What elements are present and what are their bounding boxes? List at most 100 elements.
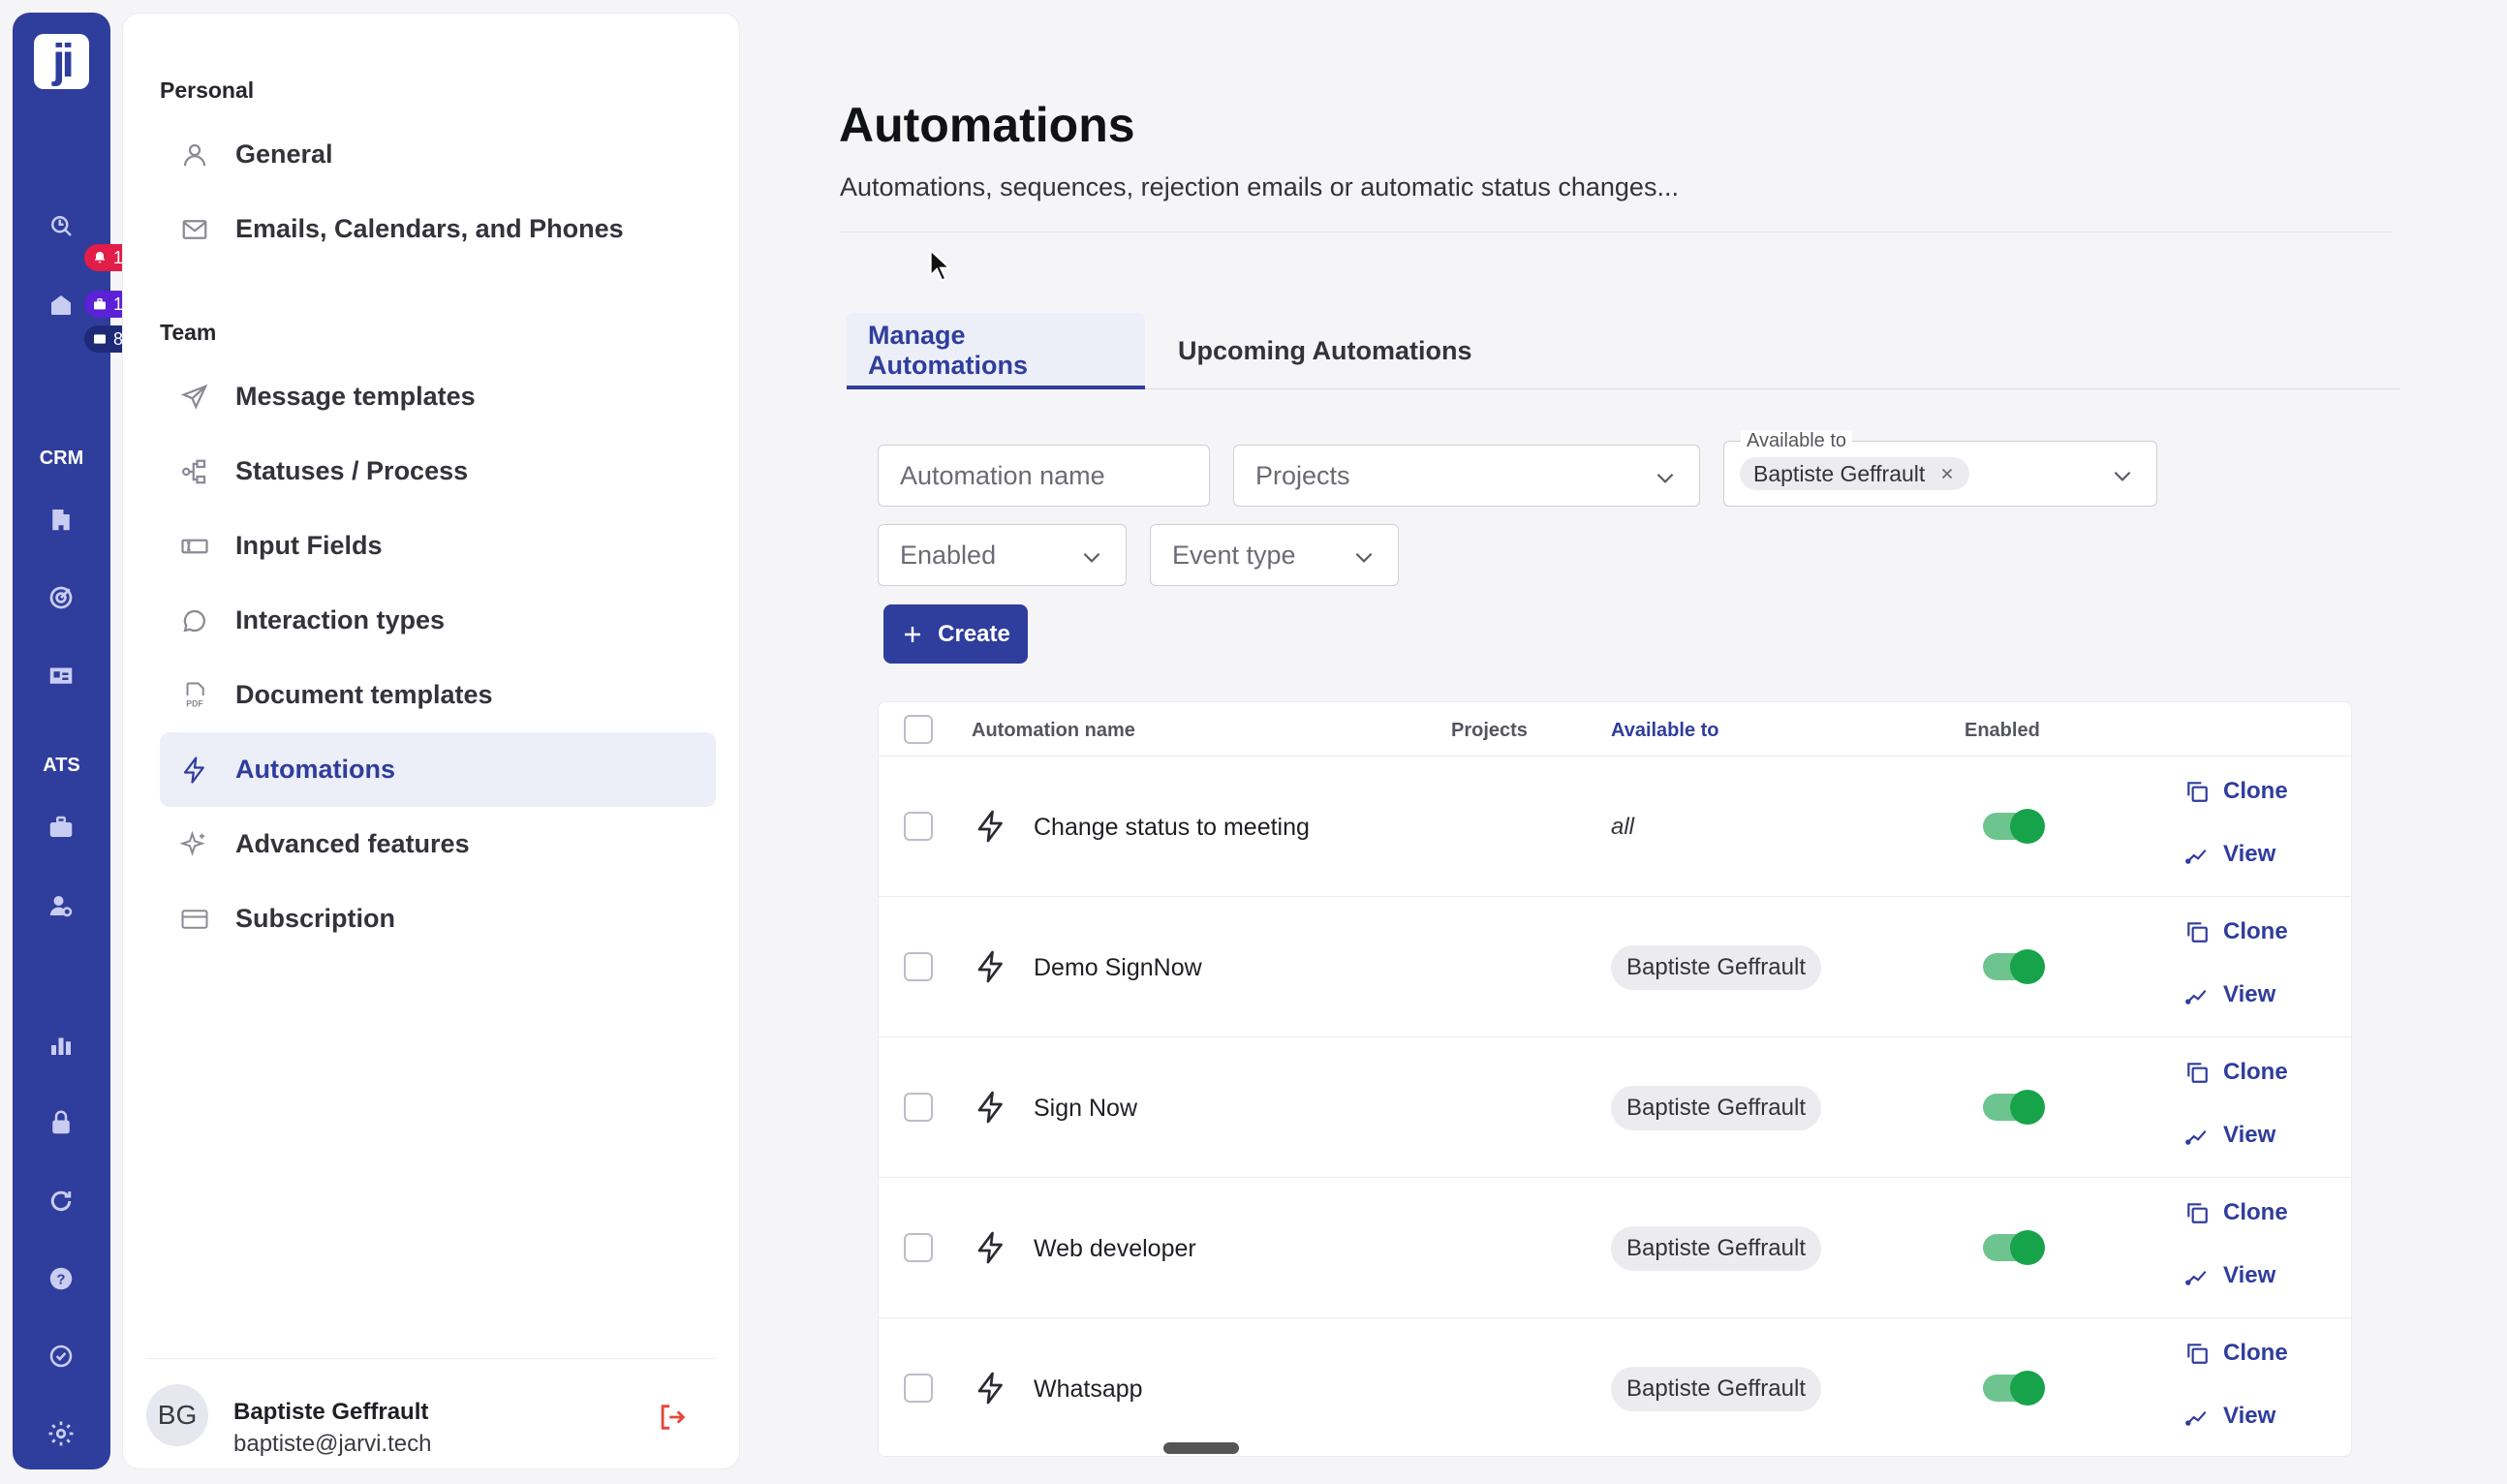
nav-item-message-templates[interactable]: Message templates xyxy=(160,359,716,434)
target-icon[interactable] xyxy=(42,578,80,617)
chevron-down-icon xyxy=(1656,473,1674,483)
row-checkbox[interactable] xyxy=(904,952,933,981)
event-type-placeholder: Event type xyxy=(1172,540,1296,570)
row-checkbox[interactable] xyxy=(904,1233,933,1262)
bolt-icon xyxy=(177,753,212,788)
column-header-available-to[interactable]: Available to xyxy=(1611,720,1719,742)
clone-button[interactable]: Clone xyxy=(2184,1340,2288,1367)
app-logo[interactable]: ji xyxy=(34,34,89,89)
view-button[interactable]: View xyxy=(2184,1122,2275,1149)
mail-icon xyxy=(177,212,212,247)
enabled-placeholder: Enabled xyxy=(900,540,997,570)
tab-manage-automations[interactable]: Manage Automations xyxy=(847,313,1145,388)
automation-name[interactable]: Demo SignNow xyxy=(1034,954,1202,982)
table-row[interactable]: Whatsapp Baptiste Geffrault Clone View xyxy=(879,1318,2351,1456)
automations-table: Automation name Projects Available to En… xyxy=(878,701,2352,1457)
table-row[interactable]: Sign Now Baptiste Geffrault Clone View xyxy=(879,1037,2351,1178)
clone-button[interactable]: Clone xyxy=(2184,778,2288,805)
clone-label: Clone xyxy=(2223,1199,2288,1225)
nav-item-label: Interaction types xyxy=(235,605,446,634)
refresh-icon[interactable] xyxy=(42,1182,80,1221)
tab-upcoming-automations[interactable]: Upcoming Automations xyxy=(1157,313,1494,388)
credit-card-icon xyxy=(177,902,212,937)
nav-item-label: General xyxy=(235,139,333,169)
table-row[interactable]: Change status to meeting all Clone View xyxy=(879,757,2351,897)
clone-button[interactable]: Clone xyxy=(2184,918,2288,945)
user-search-icon[interactable] xyxy=(42,886,80,925)
view-label: View xyxy=(2223,841,2276,867)
enabled-toggle[interactable] xyxy=(1983,1090,2045,1125)
nav-item-interaction-types[interactable]: Interaction types xyxy=(160,583,716,658)
clone-label: Clone xyxy=(2223,1059,2288,1085)
close-icon[interactable] xyxy=(1938,465,1956,482)
enabled-toggle[interactable] xyxy=(1983,949,2045,984)
projects-placeholder: Projects xyxy=(1255,460,1350,490)
search-refresh-icon[interactable] xyxy=(42,206,80,245)
view-button[interactable]: View xyxy=(2184,841,2275,868)
nav-item-automations[interactable]: Automations xyxy=(160,732,716,807)
bolt-icon xyxy=(977,1091,1003,1124)
automation-name[interactable]: Whatsapp xyxy=(1034,1376,1143,1404)
help-icon[interactable]: ? xyxy=(42,1259,80,1298)
avatar[interactable]: BG xyxy=(146,1384,208,1446)
contact-card-icon[interactable] xyxy=(42,656,80,695)
column-header-projects[interactable]: Projects xyxy=(1451,720,1528,742)
building-icon[interactable] xyxy=(42,500,80,539)
logout-icon[interactable] xyxy=(656,1401,689,1434)
automation-name-placeholder: Automation name xyxy=(900,460,1105,490)
enabled-toggle[interactable] xyxy=(1983,1230,2045,1265)
lock-icon[interactable] xyxy=(42,1103,80,1142)
nav-item-label: Subscription xyxy=(235,904,396,933)
horizontal-scrollbar[interactable] xyxy=(1163,1442,1239,1454)
select-all-checkbox[interactable] xyxy=(904,715,933,744)
event-type-select[interactable]: Event type xyxy=(1150,524,1399,586)
nav-item-general[interactable]: General xyxy=(160,117,716,192)
create-button[interactable]: Create xyxy=(883,604,1028,664)
enabled-select[interactable]: Enabled xyxy=(878,524,1127,586)
bolt-icon xyxy=(977,950,1003,983)
enabled-toggle[interactable] xyxy=(1983,809,2045,844)
nav-item-statuses-process[interactable]: Statuses / Process xyxy=(160,434,716,509)
bolt-icon xyxy=(977,1372,1003,1405)
nav-item-label: Document templates xyxy=(235,680,493,709)
row-checkbox[interactable] xyxy=(904,1093,933,1122)
settings-icon[interactable] xyxy=(42,1414,80,1453)
clone-button[interactable]: Clone xyxy=(2184,1199,2288,1226)
briefcase-icon[interactable] xyxy=(42,808,80,847)
table-row[interactable]: Demo SignNow Baptiste Geffrault Clone Vi… xyxy=(879,897,2351,1037)
automation-name[interactable]: Sign Now xyxy=(1034,1095,1137,1123)
view-button[interactable]: View xyxy=(2184,981,2275,1008)
enabled-toggle[interactable] xyxy=(1983,1371,2045,1406)
nav-item-advanced-features[interactable]: Advanced features xyxy=(160,807,716,881)
column-header-automation-name[interactable]: Automation name xyxy=(972,720,1135,742)
trend-icon xyxy=(2185,989,2207,1005)
nav-item-emails-calendars-phones[interactable]: Emails, Calendars, and Phones xyxy=(160,192,716,266)
chevron-down-icon xyxy=(1355,552,1373,563)
view-label: View xyxy=(2223,1403,2276,1429)
view-button[interactable]: View xyxy=(2184,1403,2275,1430)
verified-icon[interactable] xyxy=(42,1337,80,1376)
view-label: View xyxy=(2223,1122,2276,1148)
automation-name[interactable]: Web developer xyxy=(1034,1235,1196,1263)
column-header-enabled[interactable]: Enabled xyxy=(1965,720,2040,742)
row-checkbox[interactable] xyxy=(904,812,933,841)
table-row[interactable]: Web developer Baptiste Geffrault Clone V… xyxy=(879,1178,2351,1318)
toggle-knob xyxy=(2010,1371,2045,1406)
projects-select[interactable]: Projects xyxy=(1233,445,1700,507)
inbox-icon[interactable] xyxy=(42,286,80,325)
sparkle-icon xyxy=(177,827,212,862)
nav-item-document-templates[interactable]: PDF Document templates xyxy=(160,658,716,732)
nav-item-input-fields[interactable]: Input Fields xyxy=(160,509,716,583)
automation-name[interactable]: Change status to meeting xyxy=(1034,814,1310,842)
row-checkbox[interactable] xyxy=(904,1374,933,1403)
automation-name-input[interactable]: Automation name xyxy=(878,445,1210,507)
view-button[interactable]: View xyxy=(2184,1262,2275,1289)
copy-icon xyxy=(2187,922,2208,943)
nav-item-subscription[interactable]: Subscription xyxy=(160,881,716,956)
clone-button[interactable]: Clone xyxy=(2184,1059,2288,1086)
clone-label: Clone xyxy=(2223,778,2288,804)
analytics-icon[interactable] xyxy=(42,1026,80,1065)
send-icon xyxy=(177,380,212,415)
bolt-icon xyxy=(977,810,1003,843)
toggle-knob xyxy=(2010,1230,2045,1265)
